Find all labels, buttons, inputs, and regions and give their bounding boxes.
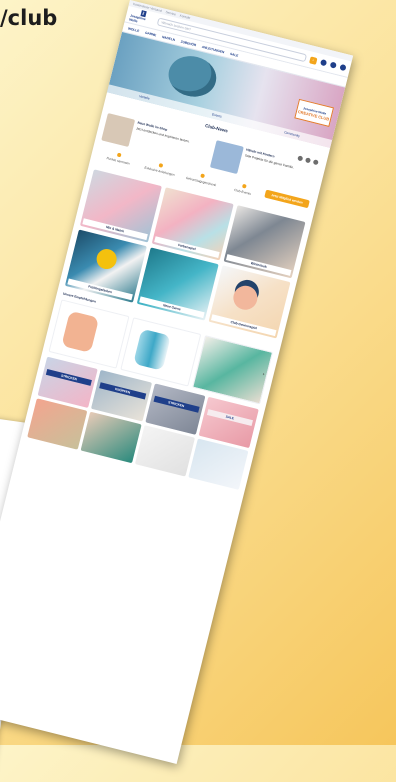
inspiration-tile[interactable]: Farbenspiel — [151, 187, 234, 261]
star-icon — [200, 173, 205, 179]
benefit-item: Club-Events — [223, 179, 264, 198]
hero-tab[interactable]: Vorteile — [139, 94, 150, 100]
website-screenshot: Kostenloser Versand Service Kontakt J Jo… — [0, 0, 354, 764]
category-tile[interactable] — [188, 438, 249, 490]
star-icon — [241, 183, 247, 189]
hero-tab[interactable]: Community — [284, 130, 301, 138]
site-logo[interactable]: J Josephine Wolle — [129, 10, 155, 26]
nav-item[interactable]: WOLLE — [128, 26, 140, 33]
header-icons — [319, 59, 347, 72]
heart-icon[interactable] — [329, 61, 337, 69]
search-placeholder: Wonach suchen Sie? — [161, 20, 192, 32]
join-button[interactable]: Jetzt Mitglied werden — [264, 189, 310, 209]
user-icon[interactable] — [319, 59, 328, 67]
nav-item[interactable]: NADELN — [162, 34, 176, 41]
inspiration-tile[interactable]: Neue Garne — [136, 247, 219, 321]
yarn-skein-image — [133, 328, 171, 371]
nav-item[interactable]: SALE — [230, 51, 239, 57]
nav-item[interactable]: ZUBEHÖR — [180, 39, 196, 47]
star-icon — [117, 152, 122, 158]
category-tile[interactable] — [27, 398, 88, 450]
cart-icon[interactable] — [339, 63, 347, 72]
inspiration-tile[interactable]: Frühlingsfarben — [64, 229, 147, 303]
category-tile[interactable] — [134, 425, 195, 477]
inspiration-tile[interactable]: Mix & Match — [79, 169, 162, 243]
hero-tab[interactable]: Events — [212, 112, 222, 118]
category-tile[interactable] — [80, 411, 142, 464]
illustration-image — [230, 283, 260, 313]
benefit-item: Punkte sammeln — [98, 148, 139, 167]
benefit-item: Geburtstagsgeschenk — [181, 169, 222, 188]
benefit-item: Exklusive Anleitungen — [140, 159, 181, 178]
nav-item[interactable]: GARNE — [145, 30, 157, 37]
yarn-skein-image — [61, 310, 100, 353]
inspiration-tile[interactable]: Winterlook — [223, 205, 306, 279]
chevron-right-icon[interactable]: › — [262, 371, 265, 377]
search-button[interactable]: ⌕ — [309, 55, 318, 65]
creative-club-badge: Josephine Wolle CREATIVE CLUB — [294, 98, 335, 127]
yarn-ball-image — [164, 51, 221, 102]
star-icon — [158, 162, 164, 168]
url-fragment: /club — [0, 6, 58, 30]
inspiration-tile[interactable]: Club-Gewinnspiel — [208, 265, 291, 339]
yarn-ball-image — [94, 246, 119, 272]
